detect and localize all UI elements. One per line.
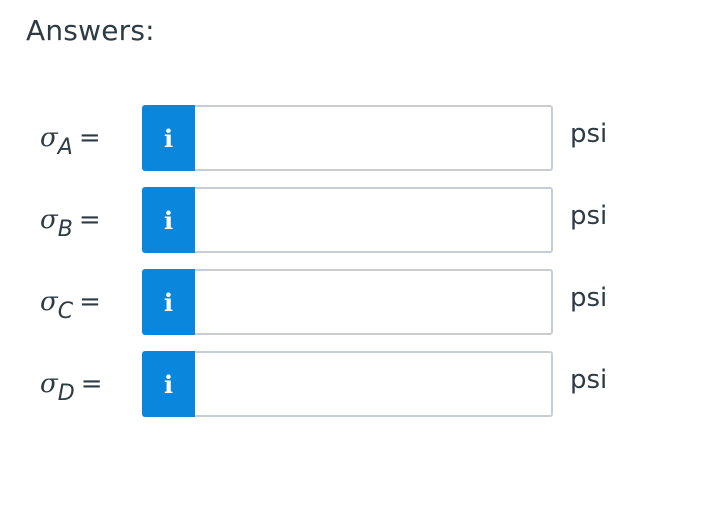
answer-row-sigma-d: σD = i psi	[0, 351, 720, 417]
sigma-d-label: σD =	[40, 369, 103, 406]
subscript-c: C	[57, 299, 74, 324]
sigma-a-label: σA =	[40, 123, 101, 160]
sigma-symbol: σ	[40, 369, 58, 399]
unit-label: psi	[570, 365, 608, 395]
sigma-symbol: σ	[40, 123, 58, 153]
info-icon[interactable]: i	[142, 187, 195, 253]
sigma-symbol: σ	[40, 205, 58, 235]
answer-row-sigma-a: σA = i psi	[0, 105, 720, 171]
sigma-d-input[interactable]	[195, 351, 553, 417]
sigma-b-label: σB =	[40, 205, 101, 242]
answer-row-sigma-b: σB = i psi	[0, 187, 720, 253]
subscript-a: A	[57, 135, 73, 160]
subscript-d: D	[57, 381, 75, 406]
unit-label: psi	[570, 119, 608, 149]
info-icon[interactable]: i	[142, 351, 195, 417]
subscript-b: B	[57, 217, 73, 242]
sigma-b-input[interactable]	[195, 187, 553, 253]
unit-label: psi	[570, 201, 608, 231]
sigma-c-input[interactable]	[195, 269, 553, 335]
answer-row-sigma-c: σC = i psi	[0, 269, 720, 335]
equals-sign: =	[78, 123, 101, 153]
info-icon[interactable]: i	[142, 105, 195, 171]
unit-label: psi	[570, 283, 608, 313]
equals-sign: =	[78, 205, 101, 235]
sigma-symbol: σ	[40, 287, 58, 317]
info-icon[interactable]: i	[142, 269, 195, 335]
sigma-a-input[interactable]	[195, 105, 553, 171]
equals-sign: =	[79, 287, 101, 317]
equals-sign: =	[80, 369, 103, 399]
answers-title: Answers:	[26, 14, 155, 47]
sigma-c-label: σC =	[40, 287, 101, 324]
